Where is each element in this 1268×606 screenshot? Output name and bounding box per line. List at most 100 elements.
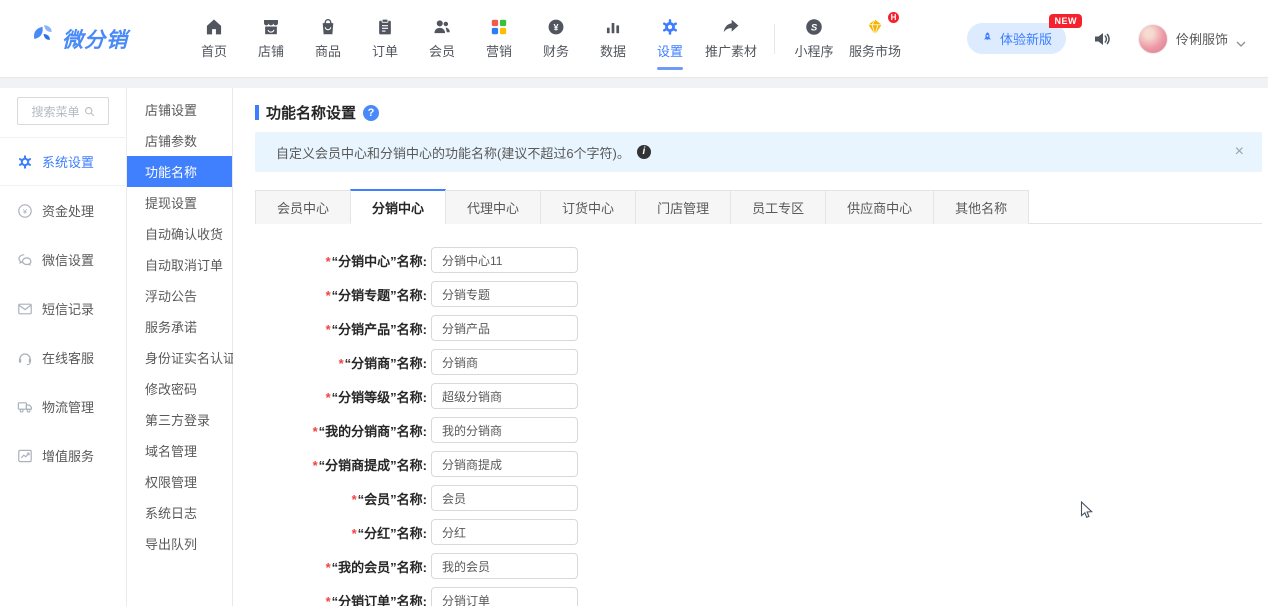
field-label: *“分销专题”名称:: [255, 285, 427, 304]
sidebar-item[interactable]: 系统设置: [0, 137, 126, 186]
field-input[interactable]: [431, 451, 578, 477]
nav-item[interactable]: 商品: [306, 18, 350, 60]
tab[interactable]: 供应商中心: [825, 190, 934, 224]
field-input[interactable]: [431, 417, 578, 443]
nav-item-label: 财务: [543, 41, 569, 60]
tab[interactable]: 分销中心: [350, 189, 446, 224]
sidebar-item[interactable]: ¥ 资金处理: [0, 186, 126, 235]
field-input[interactable]: [431, 587, 578, 606]
service-market-gem-icon: [866, 18, 884, 36]
account-name: 伶俐服饰: [1176, 29, 1228, 48]
submenu-item[interactable]: 自动取消订单: [127, 249, 232, 280]
center-tabs: 会员中心 分销中心 代理中心 订货中心 门店管理 员工专区 供应商中心 其他名称: [255, 189, 1262, 224]
nav-item[interactable]: 订单: [363, 18, 407, 60]
required-asterisk: *: [313, 458, 318, 473]
content-layout: 搜索菜单 系统设置 ¥ 资金处理 微信设置 短信记录 在线客服 物流管理 增值服…: [0, 88, 1268, 606]
promo-share-icon: [722, 18, 740, 36]
submenu-item[interactable]: 修改密码: [127, 373, 232, 404]
submenu-item[interactable]: 域名管理: [127, 435, 232, 466]
field-input[interactable]: [431, 485, 578, 511]
sidebar-item[interactable]: 在线客服: [0, 333, 126, 382]
submenu-item[interactable]: 店铺设置: [127, 94, 232, 125]
form-row: *“分销订单”名称:: [255, 587, 1262, 606]
sidebar-item[interactable]: 增值服务: [0, 431, 126, 480]
info-circle-icon[interactable]: i: [637, 145, 651, 159]
nav-item[interactable]: 推广素材: [705, 18, 757, 60]
tab[interactable]: 其他名称: [933, 190, 1029, 224]
sidebar-item[interactable]: 物流管理: [0, 382, 126, 431]
brand-logo[interactable]: 微分销: [30, 23, 178, 54]
submenu-item[interactable]: 自动确认收货: [127, 218, 232, 249]
field-input[interactable]: [431, 315, 578, 341]
brand-logo-icon: [30, 23, 56, 54]
account-menu[interactable]: 伶俐服饰: [1138, 24, 1246, 54]
nav-item[interactable]: 首页: [192, 18, 236, 60]
submenu-item[interactable]: 第三方登录: [127, 404, 232, 435]
field-label: *“分销中心”名称:: [255, 251, 427, 270]
submenu-item-label: 身份证实名认证: [145, 348, 236, 367]
required-asterisk: *: [339, 356, 344, 371]
field-label: *“我的会员”名称:: [255, 557, 427, 576]
tab[interactable]: 订货中心: [540, 190, 636, 224]
submenu-item[interactable]: 功能名称: [127, 156, 232, 187]
hot-badge: H: [888, 12, 899, 23]
headset-icon: [17, 350, 33, 366]
main-panel: 功能名称设置 ? 自定义会员中心和分销中心的功能名称(建议不超过6个字符)。 i…: [233, 88, 1268, 606]
try-new-version-button[interactable]: 体验新版 NEW: [967, 23, 1066, 54]
gear-outline-icon: [17, 154, 33, 170]
nav-item[interactable]: 数据: [591, 18, 635, 60]
nav-item[interactable]: 会员: [420, 18, 464, 60]
nav-item-label: 商品: [315, 41, 341, 60]
required-asterisk: *: [352, 526, 357, 541]
nav-item-label: 数据: [600, 41, 626, 60]
submenu-item[interactable]: 提现设置: [127, 187, 232, 218]
submenu-item[interactable]: 店铺参数: [127, 125, 232, 156]
submenu-item[interactable]: 权限管理: [127, 466, 232, 497]
sidebar-item[interactable]: 短信记录: [0, 284, 126, 333]
field-label: *“分销产品”名称:: [255, 319, 427, 338]
field-input[interactable]: [431, 553, 578, 579]
primary-menu: 系统设置 ¥ 资金处理 微信设置 短信记录 在线客服 物流管理 增值服务: [0, 137, 126, 480]
nav-item[interactable]: ¥ 财务: [534, 18, 578, 60]
required-asterisk: *: [326, 390, 331, 405]
field-input[interactable]: [431, 519, 578, 545]
submenu-item[interactable]: 身份证实名认证: [127, 342, 232, 373]
form-row: *“分销专题”名称:: [255, 281, 1262, 307]
submenu-item[interactable]: 系统日志: [127, 497, 232, 528]
tab[interactable]: 员工专区: [730, 190, 826, 224]
tab[interactable]: 门店管理: [635, 190, 731, 224]
menu-search-input[interactable]: [17, 97, 109, 125]
nav-item-label: 推广素材: [705, 41, 757, 60]
tab[interactable]: 会员中心: [255, 190, 351, 224]
banner-close-icon[interactable]: ×: [1235, 144, 1244, 160]
submenu-item[interactable]: 导出队列: [127, 528, 232, 559]
announcement-speaker-icon[interactable]: [1092, 29, 1112, 49]
help-question-icon[interactable]: ?: [363, 105, 379, 121]
nav-item[interactable]: 设置: [648, 18, 692, 60]
field-input[interactable]: [431, 383, 578, 409]
tab[interactable]: 代理中心: [445, 190, 541, 224]
required-asterisk: *: [326, 594, 331, 606]
sidebar-item[interactable]: 微信设置: [0, 235, 126, 284]
field-label: *“分销商”名称:: [255, 353, 427, 372]
nav-item[interactable]: 服务市场 H: [849, 18, 901, 60]
field-input[interactable]: [431, 247, 578, 273]
sidebar-item-label: 微信设置: [42, 250, 94, 269]
nav-item[interactable]: 营销: [477, 18, 521, 60]
page-title: 功能名称设置: [266, 102, 356, 123]
submenu-item-label: 提现设置: [145, 193, 197, 212]
field-input[interactable]: [431, 349, 578, 375]
nav-item[interactable]: S 小程序: [792, 18, 836, 60]
submenu-item[interactable]: 浮动公告: [127, 280, 232, 311]
sidebar-item-label: 资金处理: [42, 201, 94, 220]
field-input[interactable]: [431, 281, 578, 307]
form-row: *“分销商提成”名称:: [255, 451, 1262, 477]
brand-logo-text: 微分销: [62, 24, 128, 54]
svg-text:S: S: [811, 22, 818, 33]
submenu-item[interactable]: 服务承诺: [127, 311, 232, 342]
submenu-item-label: 功能名称: [145, 162, 197, 181]
tab-label: 订货中心: [562, 198, 614, 217]
chevron-down-icon: [1236, 35, 1246, 42]
nav-item[interactable]: 店铺: [249, 18, 293, 60]
wechat-icon: [17, 252, 33, 268]
